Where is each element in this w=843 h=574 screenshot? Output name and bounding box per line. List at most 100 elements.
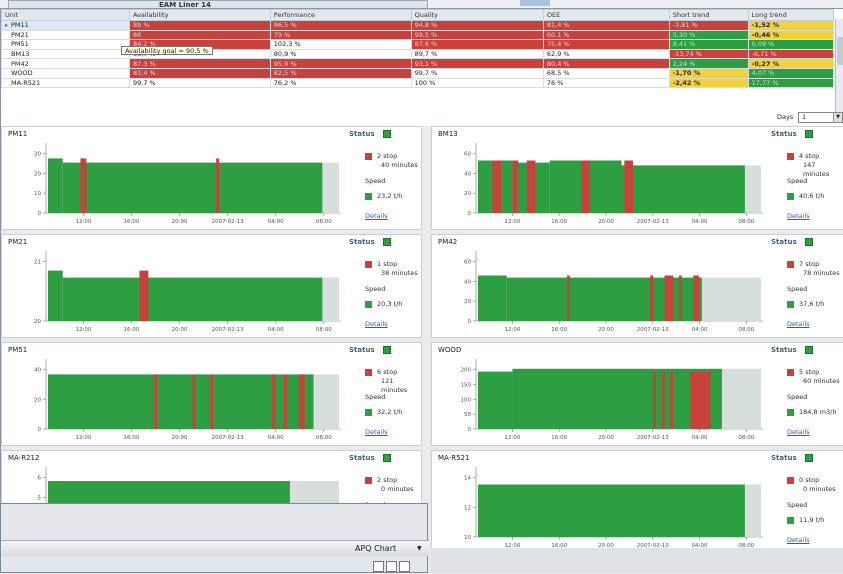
details-link[interactable]: Details <box>787 212 810 220</box>
details-link[interactable]: Details <box>365 212 388 220</box>
x-tick-label: 20:00 <box>598 219 614 225</box>
chevron-down-icon[interactable]: ▼ <box>833 113 842 122</box>
quality-cell: 99,5 % <box>410 29 544 41</box>
x-tick-label: 2007-02-13 <box>637 219 669 225</box>
col-oee[interactable]: OEE <box>542 9 670 21</box>
unit-cell[interactable]: WOOD <box>1 67 130 79</box>
y-tick-label: 20 <box>34 397 41 403</box>
y-tick-label: 6 <box>38 476 42 482</box>
availability-cell: 86 <box>129 29 271 41</box>
x-tick-label: 2007-02-13 <box>637 327 669 333</box>
status-indicator <box>805 238 813 246</box>
unit-name: WOOD <box>11 69 33 78</box>
table-row[interactable]: PM42 87,3 % 95,9 % 93,1 % 80,4 % 2,24 % -0,27 … <box>1 58 835 69</box>
table-row[interactable]: MA-R521 99,7 % 76,2 % 100 % 76 % -2,42 % 17,77… <box>1 77 835 89</box>
unit-cell[interactable]: BM13 <box>1 48 130 60</box>
performance-cell: 96,5 % <box>269 20 412 31</box>
speed-label: Speed <box>787 177 808 185</box>
speed-legend-swatch <box>787 301 794 308</box>
unit-cell[interactable]: PM42 <box>1 58 130 69</box>
col-short-trend[interactable]: Short trend <box>668 9 749 21</box>
stop-count: 7 stop <box>799 260 820 268</box>
long-trend-cell: -1,52 % <box>747 20 835 31</box>
table-row[interactable]: PM21 86 79 % 99,5 % 60,1 % 5,30 % -0,46 % <box>1 29 835 41</box>
panel-title: BM13 <box>438 130 458 138</box>
speed-label: Speed <box>365 177 386 185</box>
x-tick-label: 20:00 <box>172 219 188 225</box>
col-availability[interactable]: Availability <box>129 9 271 21</box>
window-button[interactable] <box>373 561 384 572</box>
details-link[interactable]: Details <box>365 320 388 328</box>
y-tick-label: 20 <box>464 299 471 305</box>
timeline-chart: 0 20 40 60 12:00 16:00 20:00 2007-02-13 04:00 08:… <box>464 251 763 333</box>
y-tick-label: 40 <box>34 368 41 374</box>
panel-pm51: PM51 Status 6 stop 121 minutes Speed 32,2 t/h… <box>1 342 422 446</box>
x-tick-label: 08:00 <box>738 327 754 333</box>
running-area <box>478 371 513 429</box>
col-unit[interactable]: Unit <box>1 9 130 21</box>
unit-cell[interactable]: PM51 <box>1 39 130 50</box>
col-long-trend[interactable]: Long trend <box>747 9 835 21</box>
details-link[interactable]: Details <box>787 320 810 328</box>
speed-value: 40,6 t/h <box>799 192 825 200</box>
status-indicator <box>383 346 391 354</box>
stop-count: 1 stop <box>377 260 398 268</box>
stop-bar <box>664 275 674 321</box>
speed-legend-swatch <box>365 193 372 200</box>
x-tick-label: 20:00 <box>598 327 614 333</box>
x-tick-label: 2007-02-13 <box>637 435 669 441</box>
y-tick-label: 150 <box>461 382 472 388</box>
short-trend-cell: -1,70 % <box>668 67 749 79</box>
window-button[interactable] <box>399 561 410 572</box>
oee-cell: 81,4 % <box>542 20 670 31</box>
details-link[interactable]: Details <box>365 428 388 436</box>
kpi-scrollbar[interactable] <box>835 19 843 117</box>
speed-value: 11,9 t/h <box>799 516 825 524</box>
timeline-chart: 10121412:00 16:00 20:00 2007-02-13 04:00 08:0… <box>464 467 763 549</box>
x-tick-label: 16:00 <box>124 327 140 333</box>
chevron-down-icon[interactable]: ▼ <box>417 545 422 552</box>
days-select[interactable]: 1 ▼ <box>798 112 843 123</box>
availability-cell: 99,7 % <box>129 77 271 89</box>
y-tick-label: 200 <box>461 368 472 374</box>
table-row[interactable]: ▸ PM11 89 % 96,5 % 94,8 % 81,4 % -2,81 % -1,52 … <box>1 20 835 31</box>
stop-bar <box>192 374 196 429</box>
y-tick-label: 60 <box>464 260 471 266</box>
details-link[interactable]: Details <box>787 536 810 544</box>
col-quality[interactable]: Quality <box>410 9 544 21</box>
speed-value: 184,8 m3/h <box>799 408 837 416</box>
panel-title: PM11 <box>8 130 28 138</box>
apq-chart-window: APQ Chart ▼ <box>0 503 429 573</box>
kpi-scrollbar-thumb[interactable] <box>837 37 843 65</box>
y-tick-label: 0 <box>38 211 42 217</box>
status-label: Status <box>349 130 375 138</box>
x-tick-label: 16:00 <box>551 219 567 225</box>
days-value: 1 <box>802 113 807 121</box>
stop-bar <box>693 275 699 321</box>
status-label: Status <box>771 130 797 138</box>
unit-cell[interactable]: MA-R521 <box>1 77 130 89</box>
details-link[interactable]: Details <box>787 428 810 436</box>
running-area <box>621 165 745 213</box>
y-tick-label: 0 <box>468 319 472 325</box>
panel-title: PM51 <box>8 346 28 354</box>
table-row[interactable]: WOOD 83,4 % 82,5 % 99,7 % 68,5 % -1,70 % 4,07 … <box>1 67 835 79</box>
status-label: Status <box>771 346 797 354</box>
stop-bar <box>581 160 590 213</box>
performance-cell: 76,2 % <box>269 77 412 89</box>
stop-bar <box>284 374 287 429</box>
idle-area <box>721 368 761 429</box>
unit-cell[interactable]: ▸ PM11 <box>1 20 130 31</box>
unit-cell[interactable]: PM21 <box>1 29 130 41</box>
quality-cell: 89,7 % <box>410 48 544 60</box>
stop-minutes: 40 minutes <box>381 161 418 169</box>
y-tick-label: 40 <box>464 171 471 177</box>
col-performance[interactable]: Performance <box>269 9 412 21</box>
stop-count: 6 stop <box>377 368 398 376</box>
long-trend-cell: -0,46 % <box>747 29 835 41</box>
availability-tooltip: Availability goal = 90,5 % <box>121 46 213 55</box>
stop-minutes: 0 minutes <box>803 485 836 493</box>
speed-legend-swatch <box>365 301 372 308</box>
quality-cell: 93,1 % <box>410 58 544 69</box>
window-button[interactable] <box>386 561 397 572</box>
